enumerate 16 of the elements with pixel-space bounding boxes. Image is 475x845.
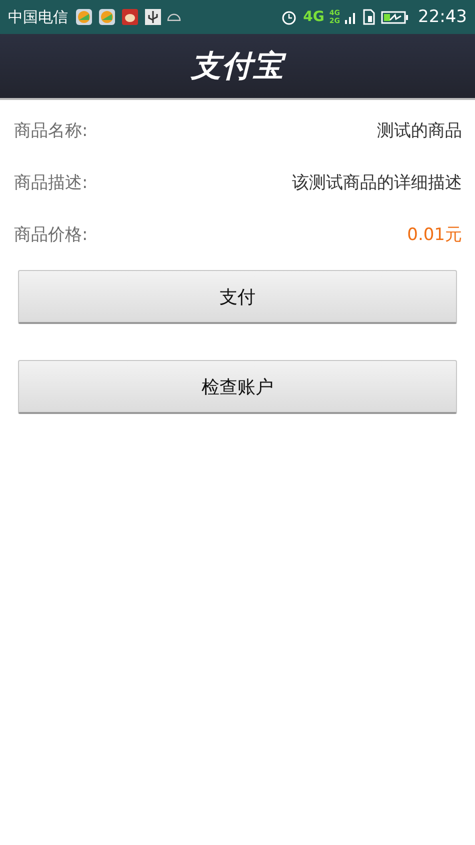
pay-button[interactable]: 支付 [18,270,457,324]
usb-icon [144,8,162,26]
carrier-name: 中国电信 [8,8,68,26]
field-label: 商品名称: [14,120,88,142]
field-value: 该测试商品的详细描述 [292,172,462,194]
sim-card-icon [362,8,376,26]
app-logo: 支付宝 [191,46,284,86]
field-value: 测试的商品 [377,120,462,142]
clock-time: 22:43 [418,7,467,27]
field-label: 商品描述: [14,172,88,194]
app-icon [98,8,116,26]
app-icon [75,8,93,26]
price-value: 0.01元 [407,224,462,246]
field-label: 商品价格: [14,224,88,246]
network-type: 4G [303,9,324,25]
check-account-button[interactable]: 检查账户 [18,360,457,414]
